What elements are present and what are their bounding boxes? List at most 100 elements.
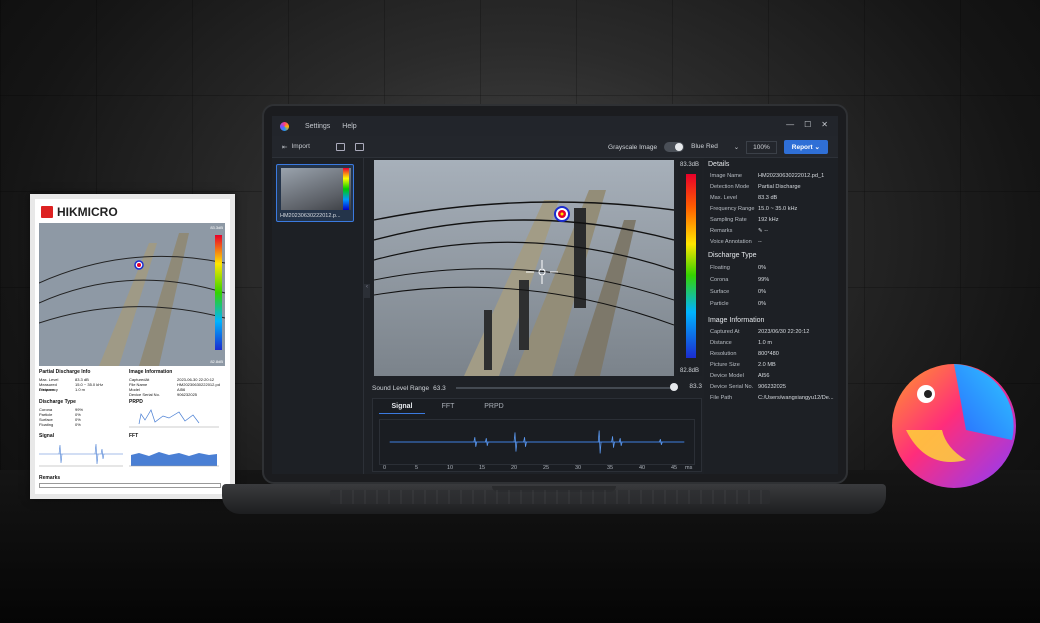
x-unit: ms xyxy=(685,465,693,471)
x-tick: 30 xyxy=(575,465,582,471)
info-row: Distance 1.0 m xyxy=(710,340,772,346)
export-icon[interactable] xyxy=(354,142,364,151)
printed-report: HIKMICRO 83.3dB 82.8dB Partial Discharge… xyxy=(30,194,235,499)
color-scale: 83.3dB 82.8dB xyxy=(678,160,702,376)
scale-min: 82.8dB xyxy=(680,368,700,374)
substation-photo xyxy=(374,160,674,376)
titlebar: Settings Help — ☐ ✕ xyxy=(272,116,838,136)
dt-row: Floating 0% xyxy=(39,422,81,427)
detail-row: Voice Annotation -- xyxy=(710,239,762,245)
x-tick: 40 xyxy=(639,465,646,471)
discharge-row: Corona 99% xyxy=(710,277,770,283)
report-signal-plot xyxy=(39,443,123,467)
details-panel: Details Image Name HM20230630222012.pd_1 … xyxy=(704,158,838,474)
discharge-row: Floating 0% xyxy=(710,265,767,271)
report-fft-plot xyxy=(129,452,219,467)
menu-help[interactable]: Help xyxy=(342,123,356,130)
menu-settings[interactable]: Settings xyxy=(305,123,330,130)
info-row: Captured At 2023/06/30 22:20:12 xyxy=(710,329,810,335)
x-tick: 35 xyxy=(607,465,614,471)
close-button[interactable]: ✕ xyxy=(821,120,828,129)
x-tick: 5 xyxy=(415,465,419,471)
scale-max: 83.3dB xyxy=(680,162,700,168)
grayscale-label: Grayscale Image xyxy=(608,143,658,151)
file-thumbnail xyxy=(281,168,351,210)
signal-waveform xyxy=(379,419,695,465)
sound-level-row: Sound Level Range 63.3 83.3 xyxy=(372,382,702,394)
detail-row: Detection Mode Partial Discharge xyxy=(710,184,801,190)
tab-prpd[interactable]: PRPD xyxy=(471,403,517,414)
palette-value: Blue Red xyxy=(691,143,718,150)
signal-title: Signal xyxy=(39,433,55,439)
remarks-edit[interactable]: ✎ -- xyxy=(758,228,834,234)
detail-row: Max. Level 83.3 dB xyxy=(710,195,778,201)
report-scale-max: 83.3dB xyxy=(210,225,223,230)
fft-title: FFT xyxy=(129,433,139,439)
detail-row: Sampling Rate 192 kHz xyxy=(710,217,779,223)
remarks-title: Remarks xyxy=(39,475,61,481)
file-name: HM20230630222012.p... xyxy=(280,213,341,219)
brand-name: HIKMICRO xyxy=(57,205,118,219)
toolbar: ⇤ Import Grayscale Image Blue Red ⌄ 100%… xyxy=(272,136,838,158)
sound-level-handle[interactable] xyxy=(670,383,678,391)
x-tick: 45 xyxy=(671,465,678,471)
info-row: File Path C:/Users/wangxiangyu12/De... xyxy=(710,395,834,401)
x-tick: 10 xyxy=(447,465,454,471)
report-color-scale xyxy=(215,235,222,350)
zoom-field[interactable]: 100% xyxy=(746,140,777,154)
info-row: Resolution 800*480 xyxy=(710,351,779,357)
img-row: Device Serial No. 906232025 xyxy=(129,392,198,397)
import-icon: ⇤ xyxy=(282,143,288,151)
sound-level-max: 83.3 xyxy=(689,383,702,390)
image-info-title: Image Information xyxy=(708,317,765,324)
app-brand-logo-icon xyxy=(892,364,1016,488)
x-tick: 25 xyxy=(543,465,550,471)
report-photo xyxy=(39,223,225,366)
file-item[interactable]: HM20230630222012.p... xyxy=(276,164,354,222)
viewer: 83.3dB 82.8dB Sound Level Range 63.3 83.… xyxy=(372,158,702,474)
detail-row: Image Name HM20230630222012.pd_1 xyxy=(710,173,825,179)
x-tick: 15 xyxy=(479,465,486,471)
laptop-keyboard xyxy=(330,490,770,504)
app-window: Settings Help — ☐ ✕ ⇤ Import Grayscale I… xyxy=(272,116,838,474)
acoustic-image[interactable] xyxy=(374,160,674,376)
detail-row: Frequency Range 15.0 ~ 35.0 kHz xyxy=(710,206,798,212)
sound-level-min: 63.3 xyxy=(433,384,446,392)
discharge-row: Particle 0% xyxy=(710,301,767,307)
import-button[interactable]: ⇤ Import xyxy=(282,143,310,151)
info-row: Device Model AI56 xyxy=(710,373,770,379)
pd-info-title: Partial Discharge Info xyxy=(39,369,91,375)
brand: HIKMICRO xyxy=(41,205,118,219)
thumbnail-scale xyxy=(343,168,349,210)
import-label: Import xyxy=(291,143,310,150)
maximize-button[interactable]: ☐ xyxy=(804,120,811,129)
report-scale-min: 82.8dB xyxy=(210,359,223,364)
grayscale-toggle[interactable] xyxy=(664,142,685,152)
tab-signal[interactable]: Signal xyxy=(379,403,425,414)
minimize-button[interactable]: — xyxy=(786,120,794,129)
save-icon[interactable] xyxy=(335,142,345,151)
dt-title: Discharge Type xyxy=(39,399,76,405)
details-title: Details xyxy=(708,161,730,168)
collapse-panel-button[interactable]: ‹ xyxy=(364,284,370,298)
color-scale-bar xyxy=(686,174,696,358)
discharge-type-title: Discharge Type xyxy=(708,252,757,259)
x-tick: 0 xyxy=(383,465,387,471)
info-row: Picture Size 2.0 MB xyxy=(710,362,776,368)
palette-select[interactable]: Blue Red ⌄ xyxy=(691,143,739,151)
pd-row: Distance 1.0 m xyxy=(39,387,86,392)
file-list: HM20230630222012.p... xyxy=(272,158,364,474)
sound-level-label: Sound Level Range xyxy=(372,384,430,392)
img-info-title: Image Information xyxy=(129,369,173,375)
report-button[interactable]: Report ⌄ xyxy=(783,140,828,154)
chevron-down-icon: ⌄ xyxy=(733,144,740,151)
signal-panel: Signal FFT PRPD 0 5 10 15 20 25 30 35 40… xyxy=(372,398,702,472)
toolbar-right: Grayscale Image Blue Red ⌄ 100% Report ⌄ xyxy=(608,140,828,154)
prpd-plot xyxy=(129,409,219,428)
info-row: Device Serial No. 906232025 xyxy=(710,384,786,390)
sound-level-slider[interactable] xyxy=(456,387,678,389)
remarks-box xyxy=(39,483,221,488)
tab-fft[interactable]: FFT xyxy=(425,403,471,414)
app-logo-icon xyxy=(280,121,289,131)
window-controls: — ☐ ✕ xyxy=(786,120,828,129)
